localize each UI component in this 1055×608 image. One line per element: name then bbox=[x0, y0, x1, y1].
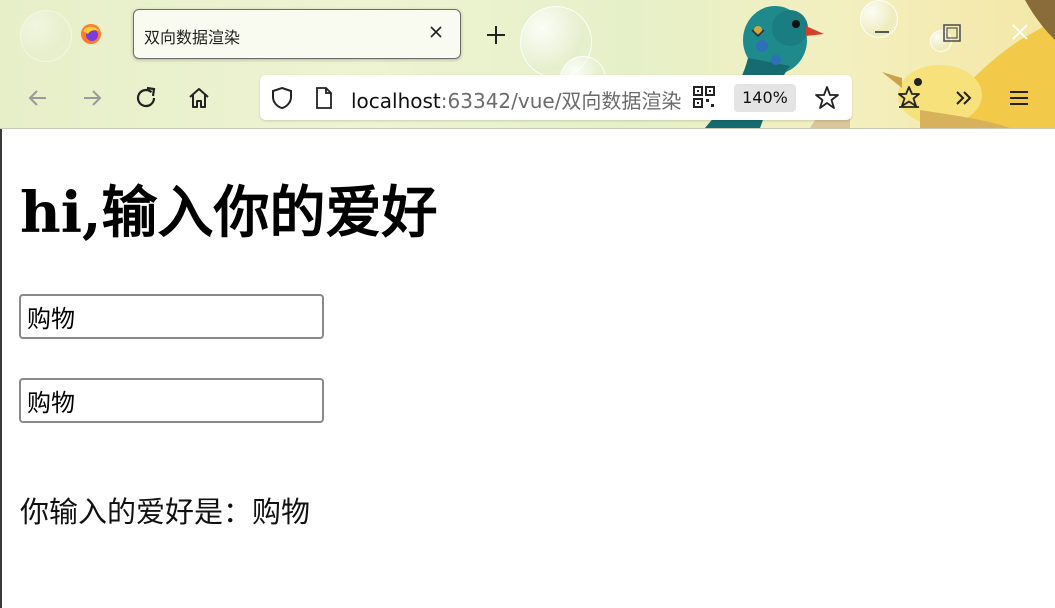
page-icon[interactable] bbox=[314, 86, 334, 110]
hobby-input[interactable] bbox=[19, 294, 324, 339]
hobby-result-text: 你输入的爱好是：购物 bbox=[20, 495, 311, 529]
page-content: hi,输入你的爱好 你输入的爱好是：购物 bbox=[0, 129, 1055, 608]
firefox-logo-icon[interactable] bbox=[80, 23, 102, 45]
back-arrow-icon[interactable] bbox=[24, 84, 52, 112]
window-close-icon[interactable] bbox=[1009, 21, 1031, 43]
url-text[interactable]: localhost:63342/vue/双向数据渲染.html bbox=[351, 85, 683, 114]
tab-close-icon[interactable] bbox=[426, 22, 446, 42]
url-host: localhost bbox=[351, 89, 441, 113]
maximize-icon[interactable] bbox=[941, 22, 963, 44]
url-path: :63342/vue/双向数据渲染.html bbox=[440, 89, 683, 113]
tab-list-icon[interactable] bbox=[748, 23, 768, 43]
zoom-level-badge[interactable]: 140% bbox=[734, 84, 796, 112]
overflow-chevron-icon[interactable] bbox=[952, 86, 976, 110]
home-icon[interactable] bbox=[185, 84, 213, 112]
tab-active[interactable]: 双向数据渲染 bbox=[133, 9, 461, 59]
bookmark-star-icon[interactable] bbox=[814, 85, 840, 111]
new-tab-icon[interactable] bbox=[484, 23, 508, 47]
tab-strip: 双向数据渲染 bbox=[0, 0, 1055, 66]
hobby-input-mirror[interactable] bbox=[19, 378, 324, 423]
page-title: hi,输入你的爱好 bbox=[20, 180, 438, 246]
address-bar[interactable]: localhost:63342/vue/双向数据渲染.html 140% bbox=[260, 75, 852, 120]
reload-icon[interactable] bbox=[132, 84, 160, 112]
forward-arrow-icon[interactable] bbox=[78, 84, 106, 112]
hamburger-menu-icon[interactable] bbox=[1008, 87, 1030, 109]
shield-icon[interactable] bbox=[270, 86, 294, 110]
qr-code-icon[interactable] bbox=[693, 86, 715, 108]
minimize-icon[interactable] bbox=[872, 22, 892, 42]
extensions-icon[interactable] bbox=[896, 84, 922, 110]
browser-chrome: 双向数据渲染 localhost:63342/vue/双向数据渲染 140% bbox=[0, 0, 1055, 129]
tab-title: 双向数据渲染 bbox=[144, 28, 241, 47]
